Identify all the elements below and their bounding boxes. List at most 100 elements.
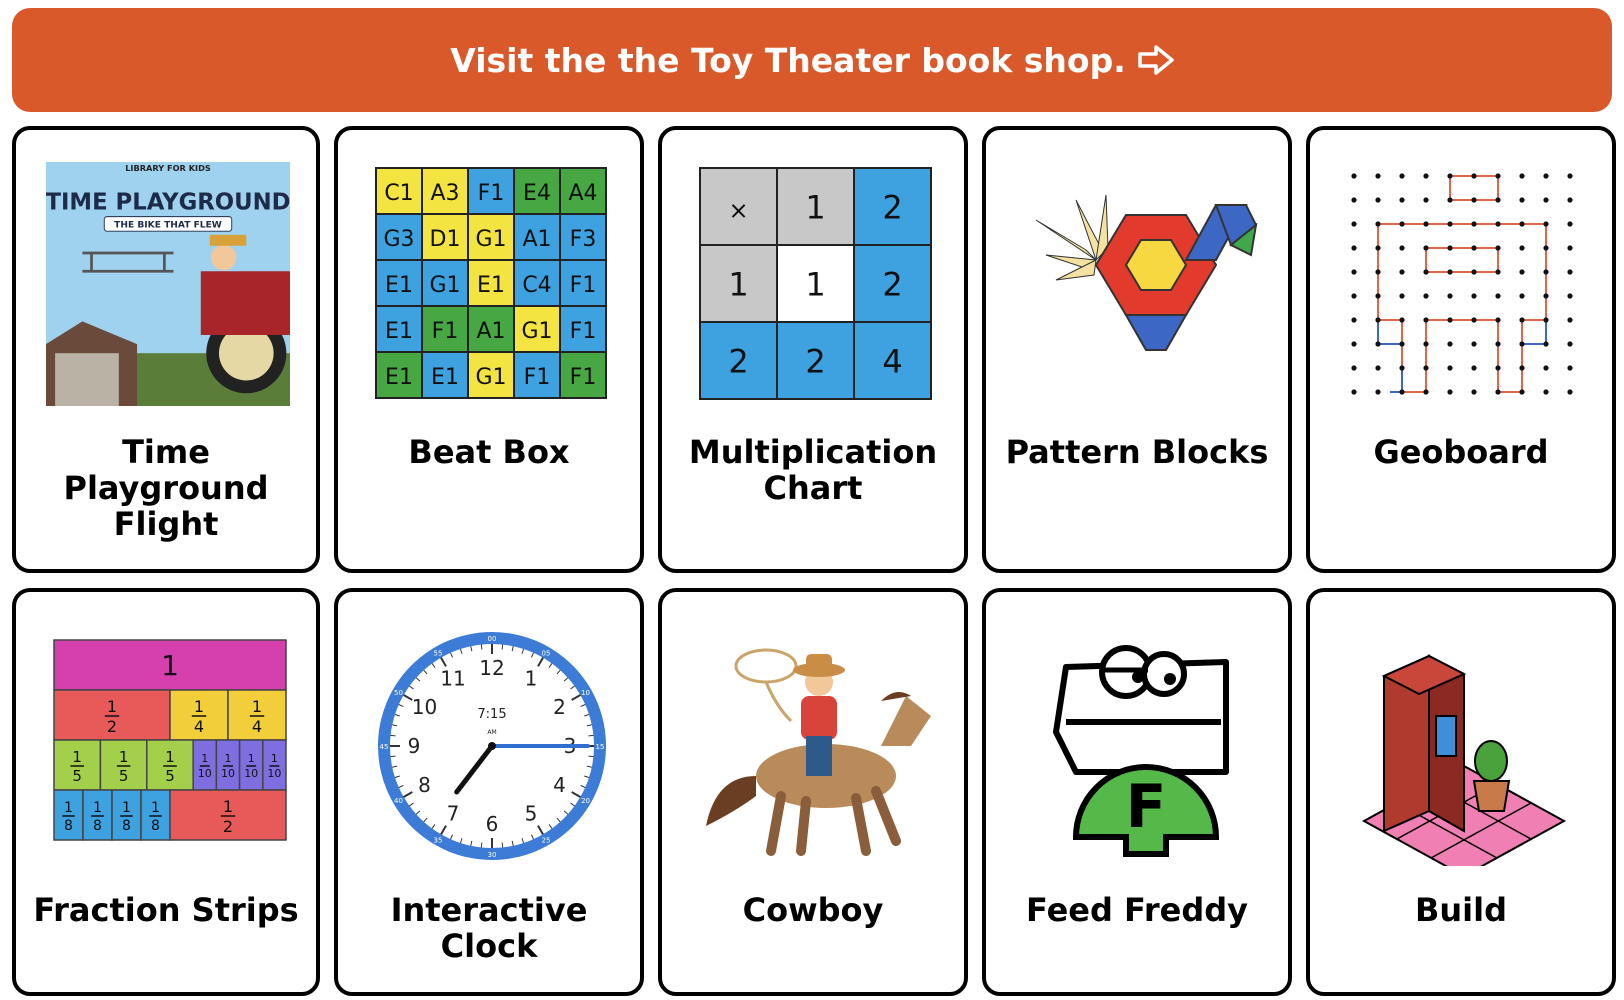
card-title: Feed Freddy bbox=[1026, 891, 1248, 929]
geoboard-peg bbox=[1375, 293, 1381, 299]
geoboard-peg bbox=[1399, 197, 1405, 203]
fraction-numerator: 1 bbox=[64, 800, 73, 816]
fraction-denominator: 2 bbox=[223, 817, 233, 836]
clock-image: 0005101520253035404550551212345678910117… bbox=[378, 632, 606, 860]
geoboard-peg bbox=[1495, 389, 1501, 395]
geoboard-peg bbox=[1351, 197, 1357, 203]
clock-number: 1 bbox=[525, 666, 538, 690]
clock-minute-mark: 10 bbox=[581, 689, 590, 697]
geoboard-peg bbox=[1567, 245, 1573, 251]
card-build[interactable]: Build bbox=[1306, 588, 1616, 996]
fraction-denominator: 8 bbox=[93, 818, 102, 834]
geoboard-peg bbox=[1423, 389, 1429, 395]
clock-number: 12 bbox=[479, 656, 504, 680]
geoboard-peg bbox=[1399, 341, 1405, 347]
beat-cell-label: E1 bbox=[385, 319, 413, 344]
geoboard-peg bbox=[1543, 269, 1549, 275]
geoboard-peg bbox=[1543, 341, 1549, 347]
fraction-denominator: 5 bbox=[165, 767, 175, 785]
geoboard-peg bbox=[1519, 173, 1525, 179]
beat-cell-label: F1 bbox=[524, 365, 551, 390]
geoboard-peg bbox=[1351, 173, 1357, 179]
card-geoboard[interactable]: Geoboard bbox=[1306, 126, 1616, 573]
clock-ampm: AM bbox=[487, 729, 496, 736]
geoboard-peg bbox=[1351, 221, 1357, 227]
beat-cell-label: F1 bbox=[570, 273, 597, 298]
geoboard-peg bbox=[1375, 221, 1381, 227]
clock-number: 8 bbox=[418, 773, 431, 797]
cowboy-image bbox=[706, 648, 931, 856]
geoboard-peg bbox=[1495, 317, 1501, 323]
geoboard-peg bbox=[1447, 245, 1453, 251]
card-title: Time Playground Flight bbox=[63, 433, 269, 543]
beat-cell-label: E1 bbox=[385, 365, 413, 390]
card-cowboy[interactable]: Cowboy bbox=[658, 588, 968, 996]
clock-number: 9 bbox=[408, 734, 421, 758]
clock-minute-mark: 20 bbox=[581, 797, 590, 805]
fraction-denominator: 8 bbox=[151, 818, 160, 834]
geoboard-peg bbox=[1423, 365, 1429, 371]
fraction-denominator: 5 bbox=[119, 767, 129, 785]
beat-cell-label: F1 bbox=[570, 319, 597, 344]
geoboard-peg bbox=[1519, 341, 1525, 347]
beat-cell-label: C4 bbox=[522, 273, 551, 298]
geoboard-peg bbox=[1543, 173, 1549, 179]
geoboard-peg bbox=[1543, 245, 1549, 251]
geoboard-peg bbox=[1447, 365, 1453, 371]
card-multiplication-chart[interactable]: × 1 2 1 1 2 2 2 4 Multiplication Chart bbox=[658, 126, 968, 573]
beat-cell-label: F1 bbox=[432, 319, 459, 344]
card-fraction-strips[interactable]: 1 1 2 1 4 1 4 1 5 1 5 1 5 1 10 1 10 1 10 1 10 1 8 1 8 1 8 1 8 1 2 Frac… bbox=[12, 588, 320, 996]
geoboard-peg bbox=[1447, 293, 1453, 299]
geoboard-peg bbox=[1495, 341, 1501, 347]
geoboard-peg bbox=[1543, 221, 1549, 227]
geoboard-peg bbox=[1423, 197, 1429, 203]
book-shop-banner[interactable]: Visit the the Toy Theater book shop. bbox=[12, 8, 1612, 112]
card-beat-box[interactable]: C1 A3 F1 E4 A4 G3 D1 G1 A1 F3 E1 G1 E1 C4 F1 E1 F1 A1 G1 F1… bbox=[334, 126, 644, 573]
geoboard-peg bbox=[1375, 389, 1381, 395]
geoboard-peg bbox=[1351, 293, 1357, 299]
geoboard-peg bbox=[1423, 245, 1429, 251]
geoboard-peg bbox=[1567, 293, 1573, 299]
geoboard-peg bbox=[1447, 197, 1453, 203]
card-time-playground-flight[interactable]: LIBRARY FOR KIDS TIME PLAYGROUND THE BIK… bbox=[12, 126, 320, 573]
beat-cell-label: F3 bbox=[570, 227, 597, 252]
beat-cell-label: A1 bbox=[522, 227, 551, 252]
geoboard-peg bbox=[1447, 173, 1453, 179]
geoboard-peg bbox=[1399, 365, 1405, 371]
geoboard-peg bbox=[1471, 221, 1477, 227]
fraction-numerator: 1 bbox=[72, 748, 82, 766]
beat-cell-label: G1 bbox=[475, 227, 506, 252]
geoboard-peg bbox=[1399, 293, 1405, 299]
geoboard-peg bbox=[1471, 389, 1477, 395]
geoboard-peg bbox=[1567, 341, 1573, 347]
geoboard-peg bbox=[1423, 269, 1429, 275]
geoboard-peg bbox=[1519, 365, 1525, 371]
mult-cell-label: 4 bbox=[882, 343, 902, 381]
geoboard-peg bbox=[1567, 317, 1573, 323]
pattern-blocks-bird-image bbox=[1035, 194, 1258, 351]
geoboard-image bbox=[1351, 173, 1573, 395]
fraction-numerator: 1 bbox=[194, 697, 204, 716]
fraction-denominator: 5 bbox=[72, 767, 82, 785]
mult-cell-label: 2 bbox=[805, 343, 825, 381]
beat-cell-label: E1 bbox=[431, 365, 459, 390]
card-interactive-clock[interactable]: 0005101520253035404550551212345678910117… bbox=[334, 588, 644, 996]
geoboard-peg bbox=[1519, 245, 1525, 251]
clock-number: 10 bbox=[412, 695, 437, 719]
clock-digital-time: 7:15 bbox=[477, 707, 506, 722]
geoboard-peg bbox=[1495, 269, 1501, 275]
clock-minute-mark: 35 bbox=[434, 837, 443, 845]
clock-minute-mark: 05 bbox=[542, 649, 551, 657]
clock-minute-mark: 00 bbox=[488, 635, 497, 643]
geoboard-peg bbox=[1447, 269, 1453, 275]
geoboard-peg bbox=[1423, 173, 1429, 179]
geoboard-peg bbox=[1375, 341, 1381, 347]
geoboard-peg bbox=[1471, 365, 1477, 371]
geoboard-peg bbox=[1519, 221, 1525, 227]
geoboard-peg bbox=[1471, 341, 1477, 347]
card-pattern-blocks[interactable]: Pattern Blocks bbox=[982, 126, 1292, 573]
card-feed-freddy[interactable]: F Feed Freddy bbox=[982, 588, 1292, 996]
fraction-denominator: 10 bbox=[221, 767, 235, 780]
geoboard-peg bbox=[1375, 269, 1381, 275]
geoboard-peg bbox=[1543, 389, 1549, 395]
